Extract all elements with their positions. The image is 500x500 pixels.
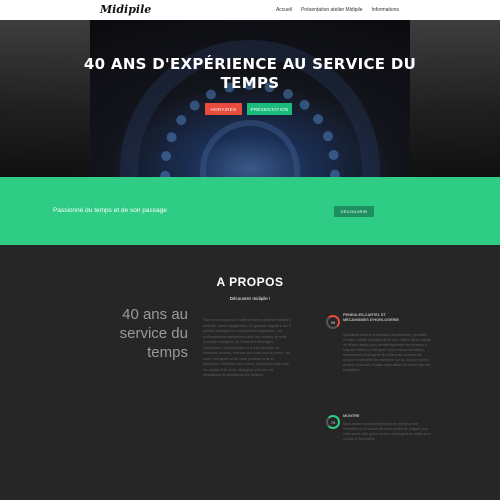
hero-title: 40 ANS D'EXPÉRIENCE AU SERVICE DU TEMPS [83, 55, 417, 92]
feature-description: Spécialiste dans la restauration des pen… [343, 333, 432, 372]
top-navbar: Midipile Accueil Présentation atelier Mi… [0, 0, 500, 20]
hero-bg-pillar-left [0, 20, 90, 177]
discover-button[interactable]: DÉCOUVRIR [334, 206, 374, 217]
main-nav: Accueil Présentation atelier Midipile In… [276, 7, 399, 13]
about-heading: A PROPOS [216, 275, 284, 289]
about-paragraph: Tous ces travaux font l'objet de devis g… [203, 318, 291, 377]
brand-logo[interactable]: Midipile [100, 3, 151, 16]
progress-circle-icon: 75 [326, 415, 340, 429]
tagline-text: Passionné du temps et de son passage [53, 207, 167, 214]
about-subheading: Découvrez midipile ! [229, 296, 271, 301]
feature-title: MONTRE [343, 414, 360, 418]
about-quote: 40 ans au service du temps [119, 306, 188, 361]
hero-bg-pillar-right [410, 20, 500, 177]
hero-section [0, 20, 500, 177]
nav-link-presentation[interactable]: Présentation atelier Midipile [301, 7, 362, 13]
presentation-button[interactable]: PRÉSENTATION [247, 103, 292, 115]
progress-circle-icon: 95 [326, 315, 340, 329]
feature-description: Nous traitons aussi la réparation de mon… [343, 422, 431, 441]
feature-title: PENDULES,CARTEL ET MÉCANISMES D'HORLOGER… [343, 313, 399, 322]
nav-link-informations[interactable]: Informations [371, 7, 399, 13]
nav-link-accueil[interactable]: Accueil [276, 7, 292, 13]
hours-button[interactable]: HORAIRES [205, 103, 242, 115]
